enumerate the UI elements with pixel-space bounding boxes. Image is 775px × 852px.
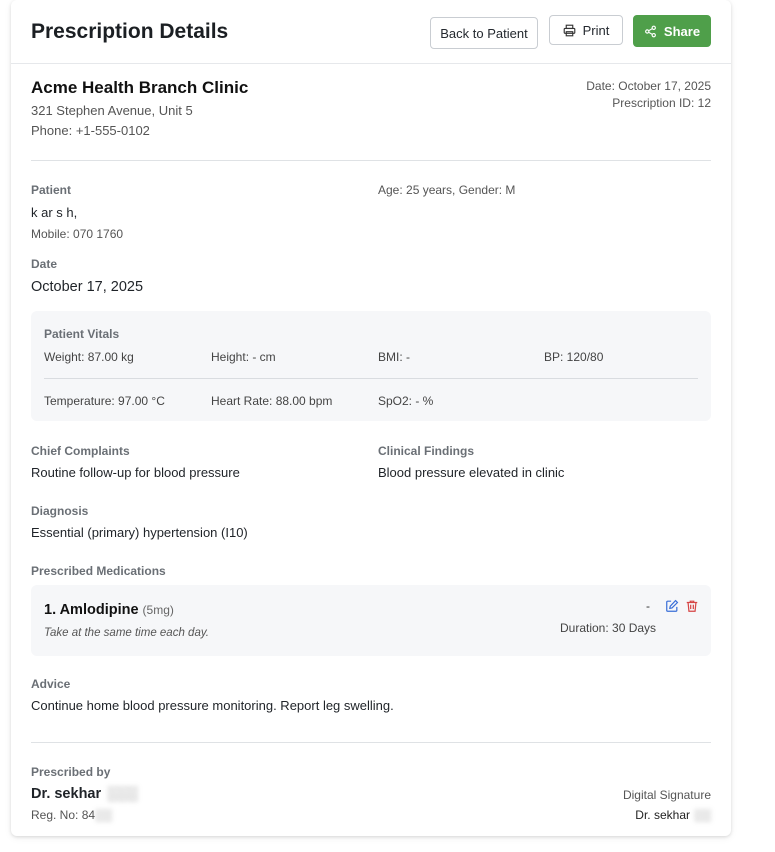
patient-label: Patient <box>31 183 72 197</box>
clinical-findings-label: Clinical Findings <box>378 444 475 458</box>
clinic-name: Acme Health Branch Clinic <box>31 78 249 97</box>
vitals-title: Patient Vitals <box>44 327 120 341</box>
medication-name-text: 1. Amlodipine <box>44 602 139 618</box>
vital-spo2: SpO2: - % <box>378 394 434 408</box>
digital-signature-name: Dr. sekhar ░░ <box>635 808 711 822</box>
page-title: Prescription Details <box>31 20 229 43</box>
share-button[interactable]: Share <box>633 15 711 47</box>
print-button-label: Print <box>582 22 610 38</box>
signature-name-text: Dr. sekhar <box>635 808 690 822</box>
medication-name: 1. Amlodipine (5mg) <box>44 602 174 618</box>
print-button[interactable]: Print <box>549 15 623 45</box>
patient-name: k ar s h, <box>31 205 77 220</box>
redacted-text: ░░░ <box>107 786 138 802</box>
prescriber-reg: Reg. No: 84░░ <box>31 808 112 822</box>
clinic-phone: Phone: +1-555-0102 <box>31 123 150 138</box>
medication-frequency: - <box>646 599 650 613</box>
chief-complaints: Routine follow-up for blood pressure <box>31 465 240 480</box>
divider <box>31 160 711 161</box>
vital-heart-rate: Heart Rate: 88.00 bpm <box>211 394 333 408</box>
patient-name-text: k ar s h, <box>31 205 78 220</box>
redacted-text: ░░ <box>693 808 711 822</box>
share-icon <box>644 25 656 37</box>
medication-dose: (5mg) <box>142 603 174 617</box>
vital-bmi: BMI: - <box>378 350 410 364</box>
advice-label: Advice <box>31 677 71 691</box>
share-button-label: Share <box>663 23 701 39</box>
medication-item: 1. Amlodipine (5mg) Take at the same time… <box>31 585 711 656</box>
date-value: October 17, 2025 <box>31 279 144 295</box>
patient-vitals-panel: Patient Vitals Weight: 87.00 kg Height: … <box>31 311 711 421</box>
printer-icon <box>563 24 575 36</box>
patient-mobile: Mobile: 070 1760 <box>31 227 124 241</box>
vitals-divider <box>44 378 698 379</box>
chief-complaints-label: Chief Complaints <box>31 444 130 458</box>
back-button-label: Back to Patient <box>440 25 528 41</box>
diagnosis-label: Diagnosis <box>31 504 89 518</box>
vital-bp: BP: 120/80 <box>544 350 604 364</box>
prescriber-reg-text: Reg. No: 84 <box>31 808 96 822</box>
digital-signature-label: Digital Signature <box>622 788 711 802</box>
date-label: Date <box>31 257 58 271</box>
delete-icon[interactable] <box>685 599 699 613</box>
vital-weight: Weight: 87.00 kg <box>44 350 134 364</box>
page-header: Prescription Details Back to Patient Pri… <box>11 0 731 64</box>
prescription-date: Date: October 17, 2025 <box>586 79 711 93</box>
prescribed-by-label: Prescribed by <box>31 765 111 779</box>
clinical-findings: Blood pressure elevated in clinic <box>378 465 565 480</box>
prescription-card: Prescription Details Back to Patient Pri… <box>11 0 731 836</box>
back-to-patient-button[interactable]: Back to Patient <box>430 17 538 49</box>
medications-label: Prescribed Medications <box>31 564 166 578</box>
diagnosis: Essential (primary) hypertension (I10) <box>31 525 248 540</box>
patient-age-gender: Age: 25 years, Gender: M <box>378 183 516 197</box>
edit-icon[interactable] <box>665 599 679 613</box>
vital-height: Height: - cm <box>211 350 276 364</box>
prescription-id: Prescription ID: 12 <box>612 96 711 110</box>
medication-instructions: Take at the same time each day. <box>44 627 209 639</box>
redacted-text: ░░ <box>95 808 113 822</box>
medication-duration: Duration: 30 Days <box>560 621 657 635</box>
prescriber-name-text: Dr. sekhar <box>31 786 102 802</box>
prescriber-name: Dr. sekhar ░░░ <box>31 786 138 802</box>
clinic-address: 321 Stephen Avenue, Unit 5 <box>31 103 193 118</box>
advice-text: Continue home blood pressure monitoring.… <box>31 698 394 713</box>
divider <box>31 742 711 743</box>
vital-temperature: Temperature: 97.00 °C <box>44 394 165 408</box>
